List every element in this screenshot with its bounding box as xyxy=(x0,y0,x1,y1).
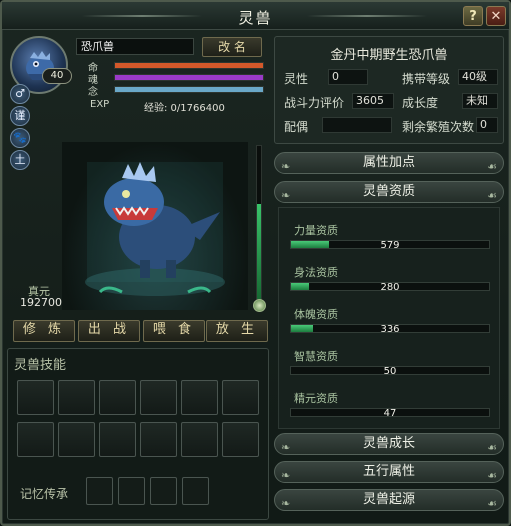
ornament-right-icon: ☙ xyxy=(487,441,497,454)
breed-count-label: 剩余繁殖次数 xyxy=(402,120,475,134)
skill-slot[interactable] xyxy=(140,380,177,415)
wisdom-aptitude-label: 智慧资质 xyxy=(294,350,338,363)
five-elements-label: 五行属性 xyxy=(362,464,415,479)
skill-slot[interactable] xyxy=(99,380,136,415)
essence-aptitude-value: 47 xyxy=(383,408,397,419)
origin-header[interactable]: ❧ 灵兽起源 ☙ xyxy=(274,489,504,511)
memory-slot[interactable] xyxy=(182,477,209,505)
breed-count-value: 0 xyxy=(476,117,498,133)
mate-label: 配偶 xyxy=(284,120,309,134)
pet-preview[interactable] xyxy=(62,142,248,310)
ornament-left-icon: ❧ xyxy=(281,441,291,454)
essence-aptitude-label: 精元资质 xyxy=(294,392,338,405)
title-bar[interactable]: 灵兽 ? ✕ xyxy=(2,2,509,30)
dinosaur-model-icon xyxy=(85,162,225,296)
hp-bar xyxy=(114,62,264,69)
cultivate-button[interactable]: 修 炼 xyxy=(13,320,75,342)
mind-bar xyxy=(114,86,264,93)
skill-slot[interactable] xyxy=(140,422,177,457)
attr-points-label: 属性加点 xyxy=(362,155,415,170)
skill-slot[interactable] xyxy=(222,422,259,457)
constitution-aptitude-value: 336 xyxy=(380,324,400,335)
mate-value xyxy=(322,117,392,133)
memory-slot[interactable] xyxy=(86,477,113,505)
loyalty-vertical-bar xyxy=(256,145,262,300)
exp-text: 经验: 0/1766400 xyxy=(144,103,225,114)
skills-title: 灵兽技能 xyxy=(14,358,67,373)
combat-rating-label: 战斗力评价 xyxy=(284,96,345,110)
combat-rating-value: 3605 xyxy=(352,93,394,109)
lingxing-label: 灵性 xyxy=(284,72,309,86)
ornament-right-icon: ☙ xyxy=(487,189,497,202)
feed-button[interactable]: 喂 食 xyxy=(143,320,205,342)
help-button[interactable]: ? xyxy=(463,6,483,26)
strength-aptitude-label: 力量资质 xyxy=(294,224,338,237)
mind-label: 念 xyxy=(88,87,98,98)
skill-slot[interactable] xyxy=(58,380,95,415)
paw-icon[interactable]: 🐾 xyxy=(10,128,30,148)
ornament-right-icon: ☙ xyxy=(487,469,497,482)
growth-header[interactable]: ❧ 灵兽成长 ☙ xyxy=(274,433,504,455)
strength-aptitude-value: 579 xyxy=(380,240,400,251)
lingxing-value: 0 xyxy=(328,69,368,85)
skill-slot[interactable] xyxy=(17,422,54,457)
exp-label: EXP xyxy=(90,99,110,110)
pet-rank-title: 金丹中期野生恐爪兽 xyxy=(330,48,448,63)
carry-level-value: 40级 xyxy=(458,69,498,85)
agility-aptitude-label: 身法资质 xyxy=(294,266,338,279)
ornament-right-icon: ☙ xyxy=(487,160,497,173)
pet-level-badge: 40 xyxy=(42,68,72,84)
origin-label: 灵兽起源 xyxy=(362,492,415,507)
skill-slot[interactable] xyxy=(222,380,259,415)
aptitude-label: 灵兽资质 xyxy=(362,184,415,199)
soul-bar xyxy=(114,74,264,81)
agility-aptitude-value: 280 xyxy=(380,282,400,293)
five-elements-header[interactable]: ❧ 五行属性 ☙ xyxy=(274,461,504,483)
ornament-left-icon: ❧ xyxy=(281,189,291,202)
skill-slot[interactable] xyxy=(58,422,95,457)
window-title: 灵兽 xyxy=(238,9,273,27)
memory-inherit-label: 记忆传承 xyxy=(20,487,69,501)
release-button[interactable]: 放 生 xyxy=(206,320,268,342)
carry-level-label: 携带等级 xyxy=(402,72,451,86)
zhenyuan-value: 192700 xyxy=(20,296,62,309)
ornament-right-icon: ☙ xyxy=(487,497,497,510)
memory-slot[interactable] xyxy=(150,477,177,505)
close-button[interactable]: ✕ xyxy=(486,6,506,26)
skill-slot[interactable] xyxy=(181,422,218,457)
skill-slot[interactable] xyxy=(17,380,54,415)
temperament-icon[interactable]: 谨 xyxy=(10,106,30,126)
ornament-left-icon: ❧ xyxy=(281,497,291,510)
growth-section-label: 灵兽成长 xyxy=(362,436,415,451)
memory-slot[interactable] xyxy=(118,477,145,505)
earth-element-icon[interactable]: 土 xyxy=(10,150,30,170)
ornament-left-icon: ❧ xyxy=(281,469,291,482)
pet-name-field[interactable]: 恐爪兽 xyxy=(76,38,194,55)
constitution-aptitude-label: 体魄资质 xyxy=(294,308,338,321)
wisdom-aptitude-value: 50 xyxy=(383,366,397,377)
skill-slot[interactable] xyxy=(181,380,218,415)
aptitude-header[interactable]: ❧ 灵兽资质 ☙ xyxy=(274,181,504,203)
male-icon[interactable]: ♂ xyxy=(10,84,30,104)
ornament-left-icon: ❧ xyxy=(281,160,291,173)
pet-window: 灵兽 ? ✕ 40 ♂ 谨 🐾 土 恐爪兽 改 名 命 魂 念 EXP 经验: … xyxy=(0,0,511,526)
growth-label: 成长度 xyxy=(402,96,439,110)
skill-slot[interactable] xyxy=(99,422,136,457)
deploy-button[interactable]: 出 战 xyxy=(78,320,140,342)
attr-points-header[interactable]: ❧ 属性加点 ☙ xyxy=(274,152,504,174)
title-ornament-right xyxy=(307,15,427,17)
growth-value: 未知 xyxy=(462,93,498,109)
vertical-bar-knob-icon[interactable] xyxy=(253,299,266,312)
rename-button[interactable]: 改 名 xyxy=(202,37,262,57)
